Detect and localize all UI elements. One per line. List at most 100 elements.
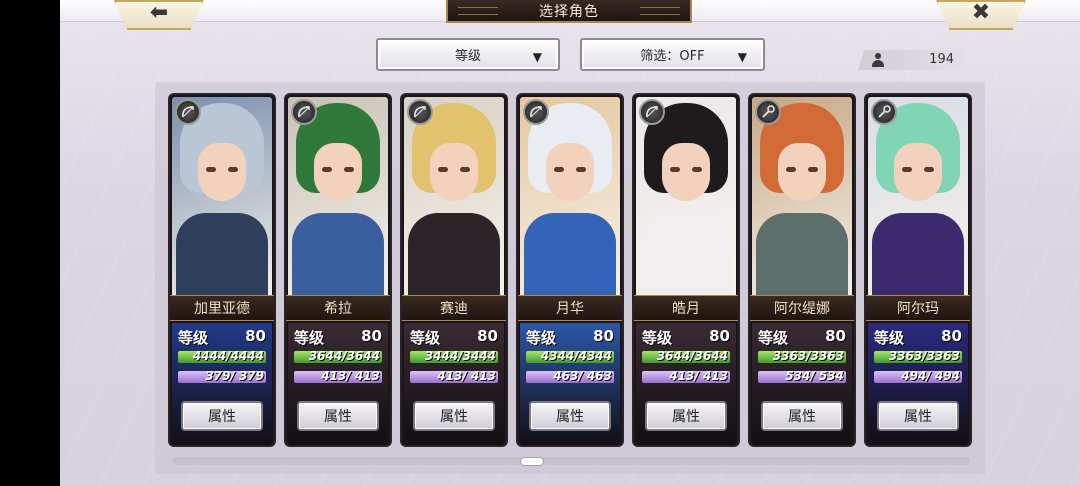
level-label: 等级: [874, 329, 905, 347]
character-card[interactable]: 皓月 等级 80 3644/3644 413/ 413 属性: [634, 95, 738, 445]
character-name-plate: 皓月: [634, 295, 738, 321]
portrait-face: [314, 143, 362, 201]
character-name: 加里亚德: [194, 301, 250, 317]
level-value: 80: [245, 327, 266, 345]
character-card-list: 加里亚德 等级 80 4444/4444 379/ 379 属性 希拉 等级 8…: [170, 95, 980, 445]
sp-bar: 413/ 413: [642, 371, 730, 383]
character-name: 阿尔玛: [897, 301, 939, 317]
character-card[interactable]: 加里亚德 等级 80 4444/4444 379/ 379 属性: [170, 95, 274, 445]
sp-bar: 379/ 379: [178, 371, 266, 383]
hp-bar: 3363/3363: [874, 351, 962, 363]
level-value: 80: [593, 327, 614, 345]
character-name-plate: 阿尔缇娜: [750, 295, 854, 321]
attributes-button[interactable]: 属性: [529, 401, 611, 431]
attributes-button[interactable]: 属性: [297, 401, 379, 431]
hp-value: 3644/3644: [308, 351, 380, 363]
level-row: 等级 80: [294, 327, 382, 347]
hp-bar: 4344/4344: [526, 351, 614, 363]
hp-bar: 3644/3644: [642, 351, 730, 363]
portrait-face: [662, 143, 710, 201]
portrait-eye: [344, 167, 354, 172]
bow-icon: [291, 99, 317, 125]
sort-dropdown[interactable]: 等级 ▼: [376, 38, 560, 71]
page-title: 选择角色: [539, 3, 599, 20]
character-portrait: [868, 97, 968, 297]
level-label: 等级: [642, 329, 673, 347]
attributes-button[interactable]: 属性: [877, 401, 959, 431]
character-card[interactable]: 希拉 等级 80 3644/3644 413/ 413 属性: [286, 95, 390, 445]
hp-value: 3644/3644: [656, 351, 728, 363]
hp-bar: 3363/3363: [758, 351, 846, 363]
portrait-face: [894, 143, 942, 201]
level-value: 80: [825, 327, 846, 345]
horizontal-scrollbar[interactable]: [172, 457, 970, 465]
sp-value: 413/ 413: [437, 371, 496, 383]
character-card[interactable]: 赛迪 等级 80 3444/3444 413/ 413 属性: [402, 95, 506, 445]
character-stats: 等级 80 4344/4344 463/ 463 属性: [520, 323, 620, 445]
character-portrait: [636, 97, 736, 297]
portrait-eye: [460, 167, 470, 172]
character-name-plate: 阿尔玛: [866, 295, 970, 321]
filter-dropdown-label: 筛选：OFF: [640, 49, 705, 64]
character-stats: 等级 80 3363/3363 534/ 534 属性: [752, 323, 852, 445]
attributes-button[interactable]: 属性: [413, 401, 495, 431]
portrait-eye: [206, 167, 216, 172]
attributes-button[interactable]: 属性: [645, 401, 727, 431]
level-row: 等级 80: [642, 327, 730, 347]
bow-icon: [175, 99, 201, 125]
level-label: 等级: [526, 329, 557, 347]
level-row: 等级 80: [874, 327, 962, 347]
hp-value: 3363/3363: [772, 351, 844, 363]
portrait-eye: [808, 167, 818, 172]
sp-bar: 534/ 534: [758, 371, 846, 383]
back-button[interactable]: ⬅: [114, 0, 204, 30]
staff-icon: [871, 99, 897, 125]
character-name: 希拉: [324, 301, 352, 317]
character-name: 阿尔缇娜: [774, 301, 830, 317]
level-label: 等级: [178, 329, 209, 347]
portrait-outfit: [292, 213, 384, 297]
level-value: 80: [477, 327, 498, 345]
portrait-eye: [438, 167, 448, 172]
level-row: 等级 80: [410, 327, 498, 347]
portrait-outfit: [524, 213, 616, 297]
portrait-eye: [902, 167, 912, 172]
scroll-thumb[interactable]: [520, 457, 544, 466]
close-button[interactable]: ✖: [936, 0, 1026, 30]
attributes-button-label: 属性: [440, 409, 468, 425]
level-value: 80: [361, 327, 382, 345]
character-name: 皓月: [672, 301, 700, 317]
bow-icon: [639, 99, 665, 125]
sp-bar: 413/ 413: [410, 371, 498, 383]
bow-icon: [523, 99, 549, 125]
sp-bar: 494/ 494: [874, 371, 962, 383]
level-label: 等级: [410, 329, 441, 347]
portrait-eye: [322, 167, 332, 172]
level-row: 等级 80: [178, 327, 266, 347]
attributes-button-label: 属性: [672, 409, 700, 425]
portrait-outfit: [756, 213, 848, 297]
attributes-button-label: 属性: [324, 409, 352, 425]
character-name: 月华: [556, 301, 584, 317]
character-card[interactable]: 月华 等级 80 4344/4344 463/ 463 属性: [518, 95, 622, 445]
character-portrait: [172, 97, 272, 297]
character-card[interactable]: 阿尔缇娜 等级 80 3363/3363 534/ 534 属性: [750, 95, 854, 445]
attributes-button-label: 属性: [904, 409, 932, 425]
attributes-button[interactable]: 属性: [761, 401, 843, 431]
close-icon: ✖: [971, 0, 991, 25]
character-stats: 等级 80 4444/4444 379/ 379 属性: [172, 323, 272, 445]
filter-dropdown[interactable]: 筛选：OFF ▼: [580, 38, 765, 71]
character-portrait: [404, 97, 504, 297]
sort-dropdown-label: 等级: [454, 49, 481, 64]
character-card[interactable]: 阿尔玛 等级 80 3363/3363 494/ 494 属性: [866, 95, 970, 445]
portrait-eye: [786, 167, 796, 172]
bow-icon: [407, 99, 433, 125]
attributes-button[interactable]: 属性: [181, 401, 263, 431]
hp-bar: 3444/3444: [410, 351, 498, 363]
portrait-eye: [554, 167, 564, 172]
level-value: 80: [941, 327, 962, 345]
sp-value: 534/ 534: [785, 371, 844, 383]
hp-value: 4444/4444: [192, 351, 264, 363]
level-row: 等级 80: [526, 327, 614, 347]
character-stats: 等级 80 3644/3644 413/ 413 属性: [288, 323, 388, 445]
